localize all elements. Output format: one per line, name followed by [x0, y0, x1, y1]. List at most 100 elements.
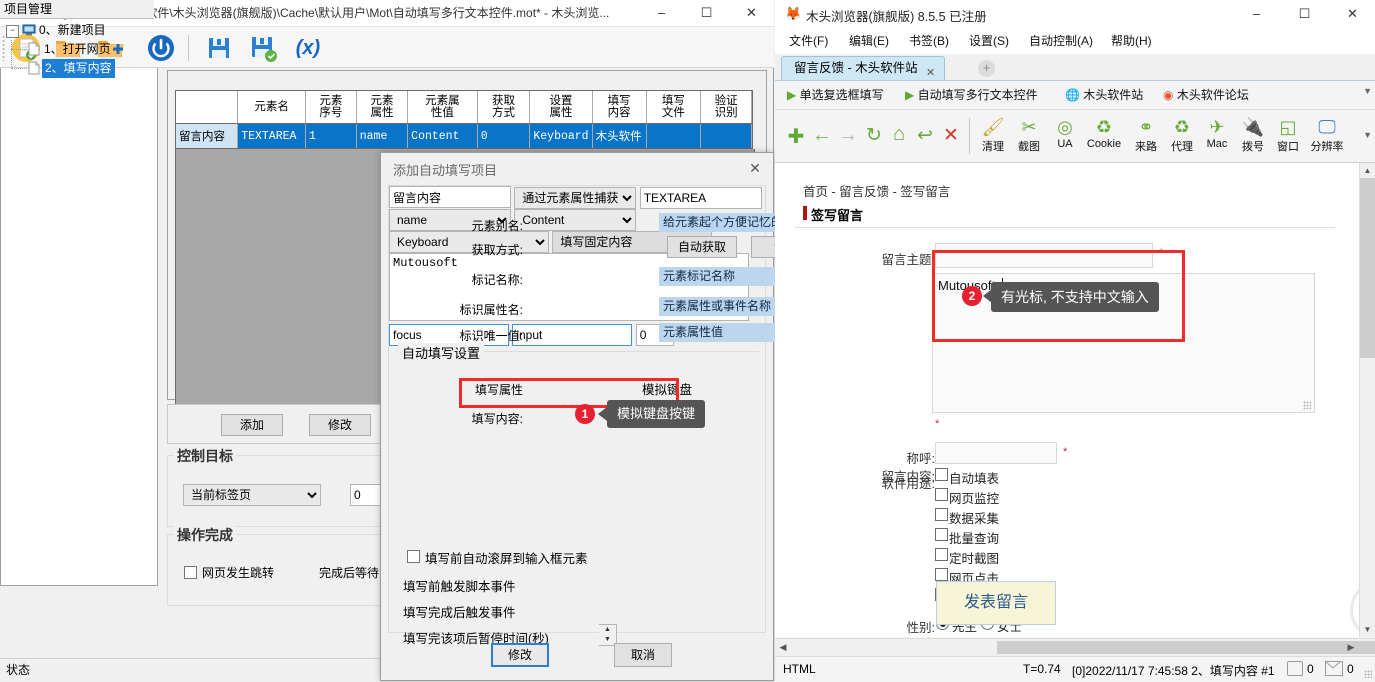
browser-close-button[interactable]: ✕: [1330, 0, 1375, 28]
grid-col-0[interactable]: [176, 91, 238, 124]
project-panel-header: 项目管理: [0, 0, 154, 19]
left-maximize-button[interactable]: ☐: [684, 0, 729, 26]
status-resize-grip[interactable]: [1364, 670, 1372, 678]
refresh-icon[interactable]: ↻: [863, 124, 885, 147]
menu-settings[interactable]: 设置(S): [963, 28, 1015, 54]
toolbar-overflow-icon[interactable]: ▼: [1363, 130, 1372, 140]
element-alias-input[interactable]: [389, 186, 511, 208]
referer-tool[interactable]: ⚭ 来路: [1130, 116, 1162, 154]
reload-icon[interactable]: ↩: [914, 124, 936, 147]
target-select[interactable]: 当前标签页: [183, 484, 321, 506]
tree-node-root[interactable]: − 0、新建项目: [0, 21, 154, 40]
add-icon[interactable]: ✚: [785, 124, 807, 149]
bookmark-autofill-multiline[interactable]: ▶ 自动填写多行文本控件: [905, 86, 1038, 104]
resolution-tool[interactable]: 🖵 分辨率: [1305, 116, 1349, 154]
grid-col-get-method[interactable]: 获取方式: [477, 91, 530, 124]
tree-expander-icon[interactable]: −: [6, 25, 19, 38]
hscroll-thumb[interactable]: [997, 641, 1375, 654]
grid-col-fill-content[interactable]: 填写内容: [592, 91, 646, 124]
menu-automation[interactable]: 自动控制(A): [1023, 28, 1099, 54]
mac-tool[interactable]: ✈ Mac: [1200, 116, 1234, 150]
page-horizontal-scrollbar[interactable]: ◀ ▶: [775, 638, 1375, 656]
subject-required-mark: *: [1159, 247, 1163, 259]
submit-button[interactable]: 发表留言: [936, 581, 1056, 625]
mail-icon[interactable]: [1325, 661, 1343, 676]
dialog-ok-button[interactable]: 修改: [491, 643, 549, 667]
grid-col-attr-value[interactable]: 元素属性值: [408, 91, 478, 124]
grid-col-set-attr[interactable]: 设置属性: [530, 91, 592, 124]
home-icon[interactable]: ⌂: [888, 123, 910, 146]
bookmark-radio-checkbox-fill[interactable]: ▶ 单选复选框填写: [787, 86, 884, 104]
grid-col-element-name[interactable]: 元素名: [238, 91, 306, 124]
forward-icon[interactable]: →: [837, 124, 859, 147]
usage-checkbox-4[interactable]: [935, 548, 948, 561]
table-row[interactable]: 留言内容 TEXTAREA 1 name Content 0 Keyboard …: [176, 124, 752, 149]
grid-col-fill-file[interactable]: 填写文件: [646, 91, 701, 124]
menu-bookmark[interactable]: 书签(B): [903, 28, 955, 54]
get-method-select[interactable]: 通过元素属性捕获: [514, 187, 636, 209]
left-minimize-button[interactable]: –: [639, 0, 684, 26]
tree-node-fill-content[interactable]: 2、填写内容: [0, 59, 154, 78]
menu-help[interactable]: 帮助(H): [1105, 28, 1158, 54]
usage-checkbox-1[interactable]: [935, 488, 948, 501]
cookie-icon: ♻: [1080, 116, 1128, 138]
usage-checkbox-2[interactable]: [935, 508, 948, 521]
stop-icon[interactable]: ✕: [940, 124, 962, 147]
usage-checkbox-0[interactable]: [935, 468, 948, 481]
menu-file[interactable]: 文件(F): [783, 28, 834, 54]
name-input[interactable]: [935, 442, 1057, 464]
chat-icon[interactable]: [1287, 661, 1303, 676]
window-tool[interactable]: ◱ 窗口: [1272, 116, 1304, 154]
hscroll-right-icon[interactable]: ▶: [1343, 639, 1359, 655]
tree-node-open-page[interactable]: 1、打开网页: [0, 40, 154, 59]
spinner-up-icon[interactable]: ▲: [599, 625, 616, 635]
back-icon[interactable]: ←: [811, 124, 833, 147]
attr-value-select[interactable]: Content: [514, 209, 636, 231]
save-icon[interactable]: [203, 32, 235, 64]
scroll-up-icon[interactable]: ▲: [1360, 163, 1375, 178]
before-event-label: 填写前触发脚本事件: [403, 576, 516, 595]
dialup-tool[interactable]: 🔌 拨号: [1237, 116, 1269, 154]
callout-1-badge: 1: [575, 404, 595, 424]
operation-done-title: 操作完成: [174, 525, 236, 545]
callout-2-badge: 2: [962, 286, 982, 306]
browser-minimize-button[interactable]: –: [1234, 0, 1279, 28]
auto-get-button[interactable]: 自动获取: [667, 236, 737, 258]
grid-col-element-index[interactable]: 元素序号: [305, 91, 356, 124]
ua-tool[interactable]: ◎ UA: [1049, 116, 1081, 150]
tag-name-input[interactable]: [640, 187, 762, 209]
add-button[interactable]: 添加: [221, 414, 283, 436]
bookmark-mutou-forum[interactable]: ◉ 木头软件论坛: [1163, 86, 1249, 104]
usage-checkbox-3[interactable]: [935, 528, 948, 541]
screenshot-tool[interactable]: ✂ 截图: [1013, 116, 1045, 154]
grid-col-element-attr[interactable]: 元素属性: [356, 91, 407, 124]
cookie-tool[interactable]: ♻ Cookie: [1080, 116, 1128, 150]
left-close-button[interactable]: ✕: [729, 0, 774, 26]
resize-grip[interactable]: [1303, 401, 1311, 409]
page-redirect-checkbox[interactable]: [184, 566, 197, 579]
tab-message-feedback[interactable]: 留言反馈 - 木头软件站 ✕: [781, 56, 945, 80]
page-vertical-scrollbar[interactable]: ▲ ▼: [1359, 163, 1375, 637]
usage-checkbox-5[interactable]: [935, 568, 948, 581]
browser-maximize-button[interactable]: ☐: [1282, 0, 1327, 28]
dialog-cancel-button[interactable]: 取消: [614, 643, 672, 667]
bookmarks-overflow-icon[interactable]: ▼: [1363, 86, 1372, 96]
new-tab-button[interactable]: +: [978, 60, 995, 77]
grid-col-verify[interactable]: 验证识别: [701, 91, 752, 124]
modify-button[interactable]: 修改: [309, 414, 371, 436]
scroll-before-fill-checkbox[interactable]: [407, 550, 420, 563]
scroll-down-icon[interactable]: ▼: [1360, 622, 1375, 637]
browser-title: 木头浏览器(旗舰版) 8.5.5 已注册: [806, 6, 987, 25]
vscroll-thumb[interactable]: [1360, 178, 1375, 358]
section-divider: [795, 227, 1335, 228]
bookmark-mutou-site[interactable]: 🌐 木头软件站: [1065, 86, 1143, 104]
menu-edit[interactable]: 编辑(E): [843, 28, 895, 54]
dialog-close-icon[interactable]: ✕: [743, 157, 767, 179]
clean-tool[interactable]: 🖌 清理: [977, 116, 1009, 154]
subject-input[interactable]: [935, 243, 1153, 268]
save-as-icon[interactable]: [247, 32, 279, 64]
hscroll-left-icon[interactable]: ◀: [775, 639, 791, 655]
proxy-tool[interactable]: ♻ 代理: [1166, 116, 1198, 154]
after-event-input[interactable]: [512, 324, 632, 346]
variable-icon[interactable]: (x): [292, 32, 324, 64]
